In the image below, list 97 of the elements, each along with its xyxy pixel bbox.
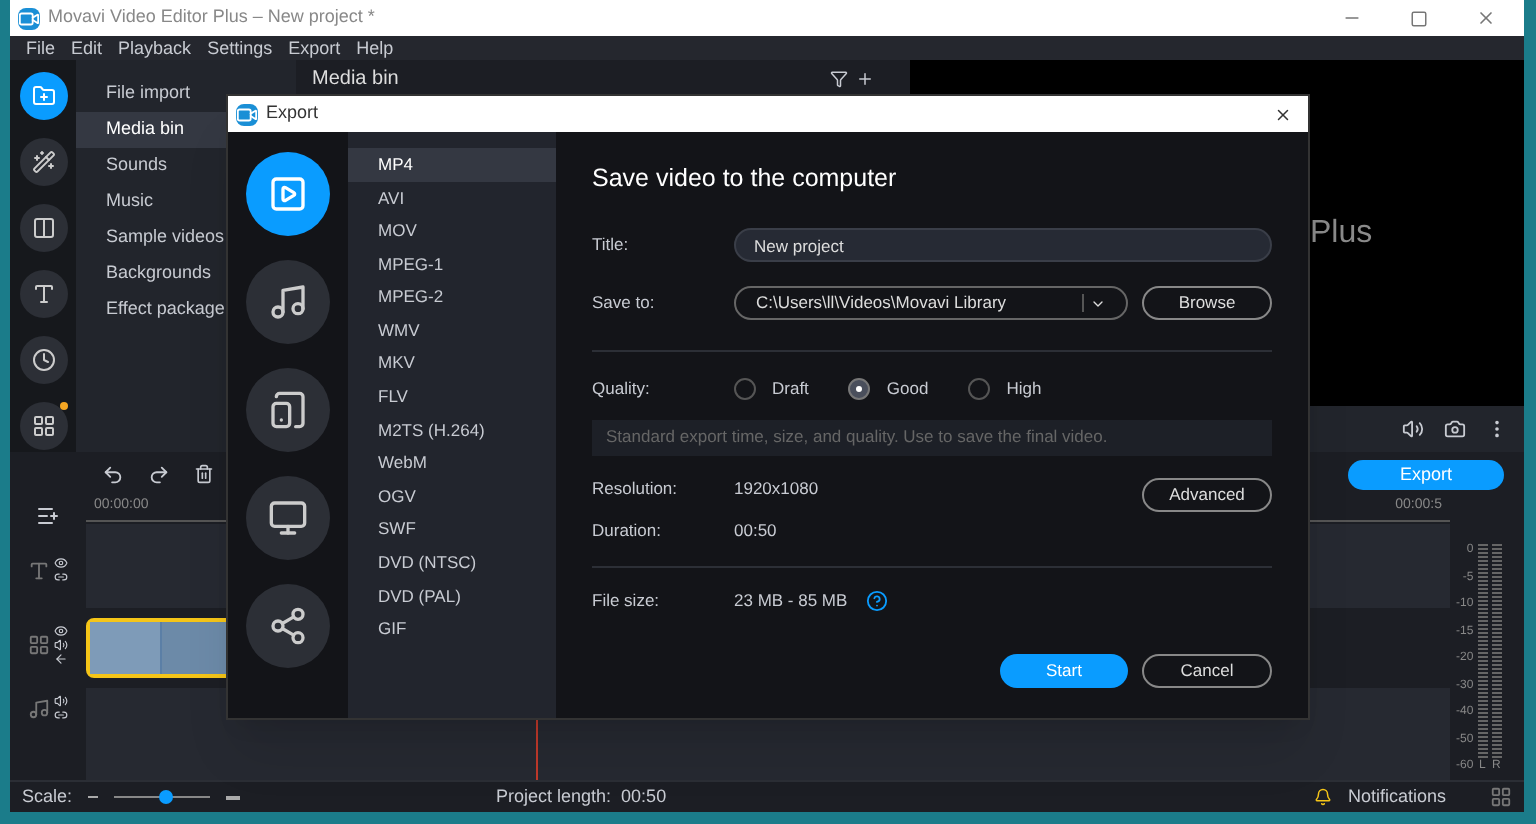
add-track-icon[interactable] xyxy=(36,504,60,528)
category-button[interactable] xyxy=(246,368,330,452)
zoom-slider[interactable] xyxy=(114,789,211,805)
tool-button[interactable] xyxy=(19,138,67,186)
camera-icon[interactable] xyxy=(1444,418,1466,440)
grid-icon xyxy=(28,634,50,656)
format-item[interactable]: MPEG-2 xyxy=(348,280,556,314)
quality-radio[interactable]: Draft xyxy=(734,376,809,403)
menu-item[interactable]: Export xyxy=(288,39,341,57)
maximize-icon[interactable] xyxy=(1410,9,1428,27)
format-item[interactable]: WebM xyxy=(348,446,556,480)
monitor-icon xyxy=(268,498,308,538)
category-button[interactable] xyxy=(246,260,330,344)
app-logo-icon xyxy=(236,103,258,125)
tool-button[interactable] xyxy=(19,402,67,450)
format-item[interactable]: WMV xyxy=(348,313,556,348)
folder-icon xyxy=(31,84,55,108)
project-length: Project length: 00:50 xyxy=(496,783,667,810)
undo-icon[interactable] xyxy=(102,463,124,485)
tool-button[interactable] xyxy=(19,270,67,318)
devices-icon xyxy=(268,390,308,430)
cancel-button[interactable]: Cancel xyxy=(1142,653,1272,688)
quality-radio[interactable]: Good xyxy=(848,376,929,403)
window-title: Movavi Video Editor Plus – New project * xyxy=(48,4,375,31)
panel-title: Media bin xyxy=(312,70,399,90)
split-panel-icon xyxy=(31,216,55,240)
tool-button[interactable] xyxy=(19,336,67,384)
tool-button[interactable] xyxy=(19,72,67,120)
grid-icon xyxy=(31,414,55,438)
volume-icon[interactable] xyxy=(54,694,68,708)
link-icon[interactable] xyxy=(54,708,68,722)
app-logo-icon xyxy=(18,7,40,29)
format-item[interactable]: MOV xyxy=(348,214,556,248)
format-item[interactable]: SWF xyxy=(348,513,556,547)
help-icon[interactable] xyxy=(865,590,888,613)
share-icon xyxy=(268,606,308,646)
text-icon xyxy=(28,559,50,581)
photo-placeholder xyxy=(162,622,232,674)
play-icon xyxy=(268,174,308,214)
dialog-heading: Save video to the computer xyxy=(592,162,899,196)
volume-icon[interactable] xyxy=(54,638,68,652)
category-button[interactable] xyxy=(246,152,330,236)
category-button[interactable] xyxy=(246,584,330,668)
field-label: Save to: xyxy=(592,290,657,317)
file-size-value: 23 MB - 85 MB xyxy=(734,588,848,615)
field-label: Resolution: xyxy=(592,476,680,503)
filter-icon[interactable] xyxy=(830,70,848,88)
field-label: Title: xyxy=(592,232,631,259)
quality-radio[interactable]: High xyxy=(968,376,1042,403)
format-item[interactable]: FLV xyxy=(348,380,556,414)
quality-description: Standard export time, size, and quality. Use to save the final video. xyxy=(592,419,1272,456)
music-icon xyxy=(268,282,308,322)
format-item[interactable]: OGV xyxy=(348,479,556,514)
format-item[interactable]: AVI xyxy=(348,181,556,215)
menu-item[interactable]: Edit xyxy=(71,39,103,57)
slider-thumb[interactable] xyxy=(159,790,174,804)
eye-icon[interactable] xyxy=(54,556,68,570)
tool-button[interactable] xyxy=(19,204,67,252)
redo-icon[interactable] xyxy=(148,463,170,485)
field-label: Duration: xyxy=(592,518,663,545)
menu-item[interactable]: Help xyxy=(356,39,394,57)
duration-value: 00:50 xyxy=(734,518,777,545)
save-to-dropdown[interactable]: C:\Users\ll\Videos\Movavi Library xyxy=(734,286,1128,321)
wand-icon xyxy=(31,150,55,174)
link-icon[interactable] xyxy=(54,570,68,584)
close-icon[interactable] xyxy=(1274,105,1292,123)
title-field[interactable]: New project xyxy=(734,228,1272,263)
format-item[interactable]: MKV xyxy=(348,347,556,381)
format-item[interactable]: GIF xyxy=(348,612,556,646)
photo-placeholder xyxy=(90,622,162,674)
music-icon xyxy=(28,697,50,719)
notifications-link[interactable]: Notifications xyxy=(1347,783,1446,811)
preview-text: Plus xyxy=(1310,213,1373,253)
field-label: Quality: xyxy=(592,376,652,403)
menu-item[interactable]: Settings xyxy=(207,39,273,57)
field-label: File size: xyxy=(592,588,662,615)
format-item[interactable]: DVD (PAL) xyxy=(348,579,556,613)
format-item[interactable]: DVD (NTSC) xyxy=(348,546,556,580)
eye-icon[interactable] xyxy=(54,624,68,638)
layout-icon[interactable] xyxy=(1490,786,1512,808)
advanced-button[interactable]: Advanced xyxy=(1142,478,1272,513)
volume-icon[interactable] xyxy=(1402,418,1424,440)
format-item[interactable]: M2TS (H.264) xyxy=(348,413,556,447)
bell-icon[interactable] xyxy=(1313,788,1332,806)
format-item[interactable]: MPEG-1 xyxy=(348,247,556,281)
resolution-value: 1920x1080 xyxy=(734,476,821,503)
menu-item[interactable]: Playback xyxy=(118,39,192,57)
browse-button[interactable]: Browse xyxy=(1142,286,1272,321)
arrow-icon[interactable] xyxy=(54,652,68,666)
scale-label: Scale: xyxy=(22,783,73,810)
menu-item[interactable]: File xyxy=(26,39,56,57)
format-item[interactable]: MP4 xyxy=(348,148,556,182)
add-icon[interactable] xyxy=(856,70,874,88)
category-button[interactable] xyxy=(246,476,330,560)
clock-icon xyxy=(31,348,55,372)
trash-icon[interactable] xyxy=(194,464,214,484)
text-icon xyxy=(31,282,55,306)
